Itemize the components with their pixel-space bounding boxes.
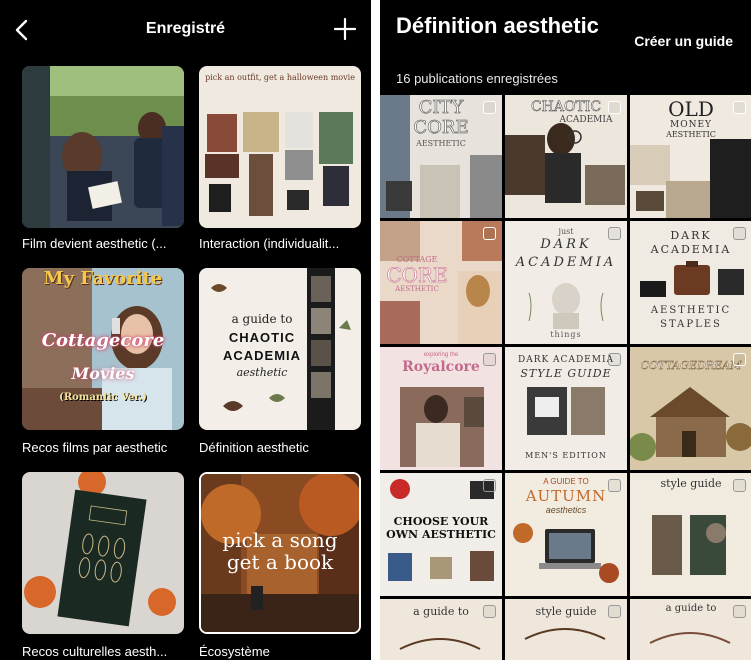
saved-collections-screen: Enregistré Film devient aesthetic (... p…	[0, 0, 371, 660]
collection-tile-film-aesthetic[interactable]	[22, 66, 184, 228]
post-thumbnail[interactable]: a guide to	[630, 599, 751, 660]
select-checkbox[interactable]	[733, 479, 746, 492]
collection-cover-image	[199, 268, 361, 430]
collection-tile-definition-aesthetic[interactable]: a guide to CHAOTIC ACADEMIA aesthetic	[199, 268, 361, 430]
collection-detail-screen: Définition aesthetic Créer un guide 16 p…	[380, 0, 751, 660]
collection-cover-image	[22, 66, 184, 228]
select-checkbox[interactable]	[733, 353, 746, 366]
post-image	[630, 347, 751, 470]
post-thumbnail[interactable]: CHOOSE YOUR OWN AESTHETIC	[380, 473, 502, 596]
collection-label: Recos films par aesthetic	[22, 440, 168, 455]
post-count: 16 publications enregistrées	[396, 71, 558, 86]
select-checkbox[interactable]	[608, 353, 621, 366]
select-checkbox[interactable]	[483, 479, 496, 492]
select-checkbox[interactable]	[608, 227, 621, 240]
post-image	[630, 95, 751, 218]
collection-label: Film devient aesthetic (...	[22, 236, 167, 251]
post-thumbnail[interactable]: style guide	[505, 599, 627, 660]
post-image	[630, 221, 751, 344]
post-image	[630, 473, 751, 596]
plus-icon	[333, 17, 357, 41]
select-checkbox[interactable]	[608, 605, 621, 618]
collection-label: Écosystème	[199, 644, 270, 659]
add-collection-button[interactable]	[333, 17, 357, 41]
page-title: Enregistré	[145, 20, 226, 37]
collection-tile-recos-films[interactable]: My Favorite Cottagecore Movies (Romantic…	[22, 268, 184, 430]
post-thumbnail[interactable]: just DARK ACADEMIA things	[505, 221, 627, 344]
collection-label: Recos culturelles aesth...	[22, 644, 168, 659]
post-thumbnail[interactable]: style guide	[630, 473, 751, 596]
select-checkbox[interactable]	[733, 101, 746, 114]
post-thumbnail[interactable]: DARK ACADEMIA STYLE GUIDE MEN'S EDITION	[505, 347, 627, 470]
collection-label: Interaction (individualit...	[199, 236, 340, 251]
select-checkbox[interactable]	[608, 479, 621, 492]
post-thumbnail[interactable]: COTTAGEDREAM	[630, 347, 751, 470]
collection-cover-image	[201, 474, 359, 632]
post-thumbnail[interactable]: OLD MONEY AESTHETIC	[630, 95, 751, 218]
select-checkbox[interactable]	[733, 227, 746, 240]
select-checkbox[interactable]	[483, 101, 496, 114]
post-thumbnail[interactable]: a guide to	[380, 599, 502, 660]
post-thumbnail[interactable]: CITY CORE AESTHETIC	[380, 95, 502, 218]
select-checkbox[interactable]	[483, 353, 496, 366]
create-guide-button[interactable]: Créer un guide	[634, 33, 733, 49]
select-checkbox[interactable]	[483, 227, 496, 240]
collection-tile-interaction[interactable]: pick an outfit, get a halloween movie	[199, 66, 361, 228]
select-checkbox[interactable]	[608, 101, 621, 114]
collection-cover-image	[22, 472, 184, 634]
post-thumbnail[interactable]: DARK ACADEMIA AESTHETIC STAPLES	[630, 221, 751, 344]
collection-cover-image	[199, 66, 361, 228]
select-checkbox[interactable]	[733, 605, 746, 618]
collection-label: Définition aesthetic	[199, 440, 309, 455]
collection-cover-image	[22, 268, 184, 430]
post-thumbnail[interactable]: COTTAGE CORE AESTHETIC	[380, 221, 502, 344]
collection-tile-ecosysteme[interactable]: pick a song get a book	[199, 472, 361, 634]
post-thumbnail[interactable]: A GUIDE TO AUTUMN aesthetics	[505, 473, 627, 596]
post-thumbnail[interactable]: exploring the Royalcore	[380, 347, 502, 470]
collection-tile-recos-culturelles[interactable]	[22, 472, 184, 634]
post-thumbnail[interactable]: CHAOTIC ACADEMIA	[505, 95, 627, 218]
top-bar: Enregistré	[0, 0, 371, 62]
collection-title: Définition aesthetic	[396, 13, 599, 38]
select-checkbox[interactable]	[483, 605, 496, 618]
